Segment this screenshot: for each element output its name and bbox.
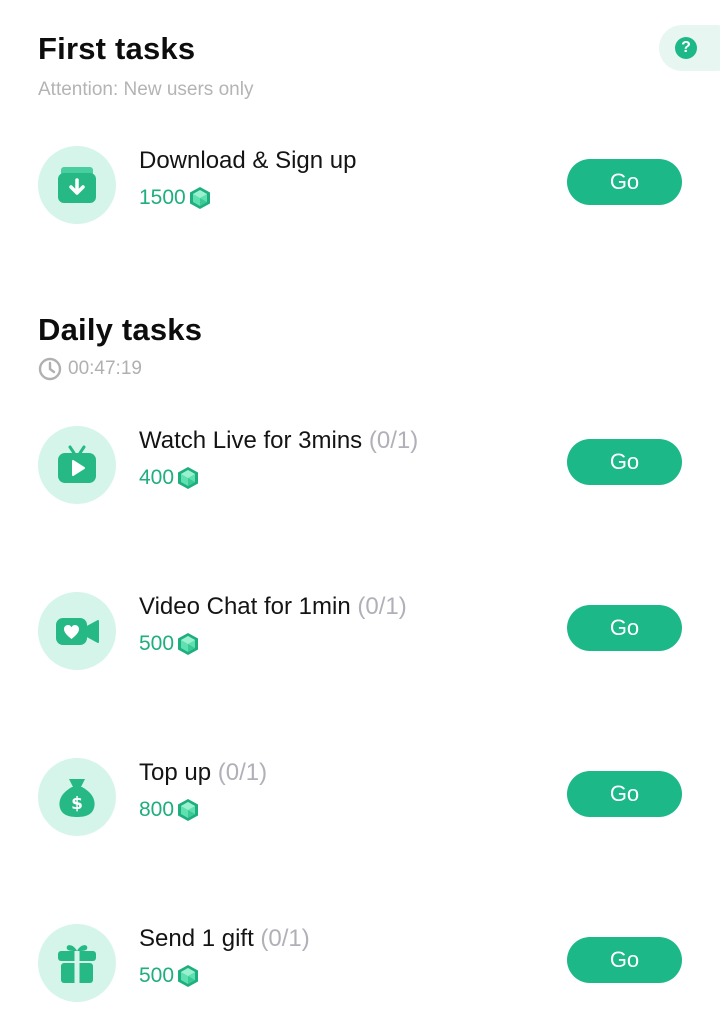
gem-icon xyxy=(176,466,200,490)
task-reward: 500 xyxy=(139,632,200,656)
task-name: Video Chat for 1min xyxy=(139,593,351,620)
task-label: Top up (0/1) xyxy=(139,759,267,787)
reward-amount: 400 xyxy=(139,466,175,489)
task-label: Download & Sign up xyxy=(139,147,356,175)
timer-value: 00:47:19 xyxy=(68,358,142,379)
gift-icon xyxy=(38,924,116,1002)
daily-tasks-title: Daily tasks xyxy=(38,312,203,347)
task-name: Watch Live for 3mins xyxy=(139,427,363,454)
task-label: Send 1 gift (0/1) xyxy=(139,925,310,953)
task-row-video-chat: Video Chat for 1min (0/1) 500 Go xyxy=(0,592,720,672)
reward-amount: 500 xyxy=(139,964,175,987)
task-progress: (0/1) xyxy=(368,427,419,454)
countdown-timer: 00:47:19 xyxy=(38,357,142,381)
first-tasks-title: First tasks xyxy=(38,31,196,66)
task-name: Top up xyxy=(139,759,212,786)
task-reward: 400 xyxy=(139,466,200,490)
task-name: Send 1 gift xyxy=(139,925,254,952)
gem-icon xyxy=(176,964,200,988)
gem-icon xyxy=(188,186,212,210)
go-button-send-gift[interactable]: Go xyxy=(567,937,682,983)
go-button-top-up[interactable]: Go xyxy=(567,771,682,817)
go-button-watch-live[interactable]: Go xyxy=(567,439,682,485)
gem-icon xyxy=(176,632,200,656)
first-tasks-subtitle: Attention: New users only xyxy=(38,79,254,100)
task-progress: (0/1) xyxy=(217,759,268,786)
live-tv-icon xyxy=(38,426,116,504)
reward-amount: 1500 xyxy=(139,186,186,209)
task-row-watch-live: Watch Live for 3mins (0/1) 400 Go xyxy=(0,426,720,506)
go-button-video-chat[interactable]: Go xyxy=(567,605,682,651)
money-bag-icon: $ xyxy=(38,758,116,836)
download-icon xyxy=(38,146,116,224)
task-label: Watch Live for 3mins (0/1) xyxy=(139,427,418,455)
task-progress: (0/1) xyxy=(357,593,407,620)
gem-icon xyxy=(176,798,200,822)
task-reward: 1500 xyxy=(139,186,212,210)
task-name: Download & Sign up xyxy=(139,147,357,174)
go-button-download-signup[interactable]: Go xyxy=(567,159,682,205)
reward-amount: 500 xyxy=(139,632,175,655)
svg-text:$: $ xyxy=(71,794,83,814)
task-row-top-up: $ Top up (0/1) 800 Go xyxy=(0,758,720,838)
task-progress: (0/1) xyxy=(260,925,310,952)
help-icon: ? xyxy=(675,37,697,59)
help-button[interactable]: ? xyxy=(659,25,720,71)
task-row-send-gift: Send 1 gift (0/1) 500 Go xyxy=(0,924,720,1004)
reward-amount: 800 xyxy=(139,798,175,821)
task-label: Video Chat for 1min (0/1) xyxy=(139,593,407,621)
video-chat-icon xyxy=(38,592,116,670)
clock-icon xyxy=(38,357,62,381)
task-reward: 800 xyxy=(139,798,200,822)
task-reward: 500 xyxy=(139,964,200,988)
task-row-download-signup: Download & Sign up 1500 Go xyxy=(0,146,720,226)
